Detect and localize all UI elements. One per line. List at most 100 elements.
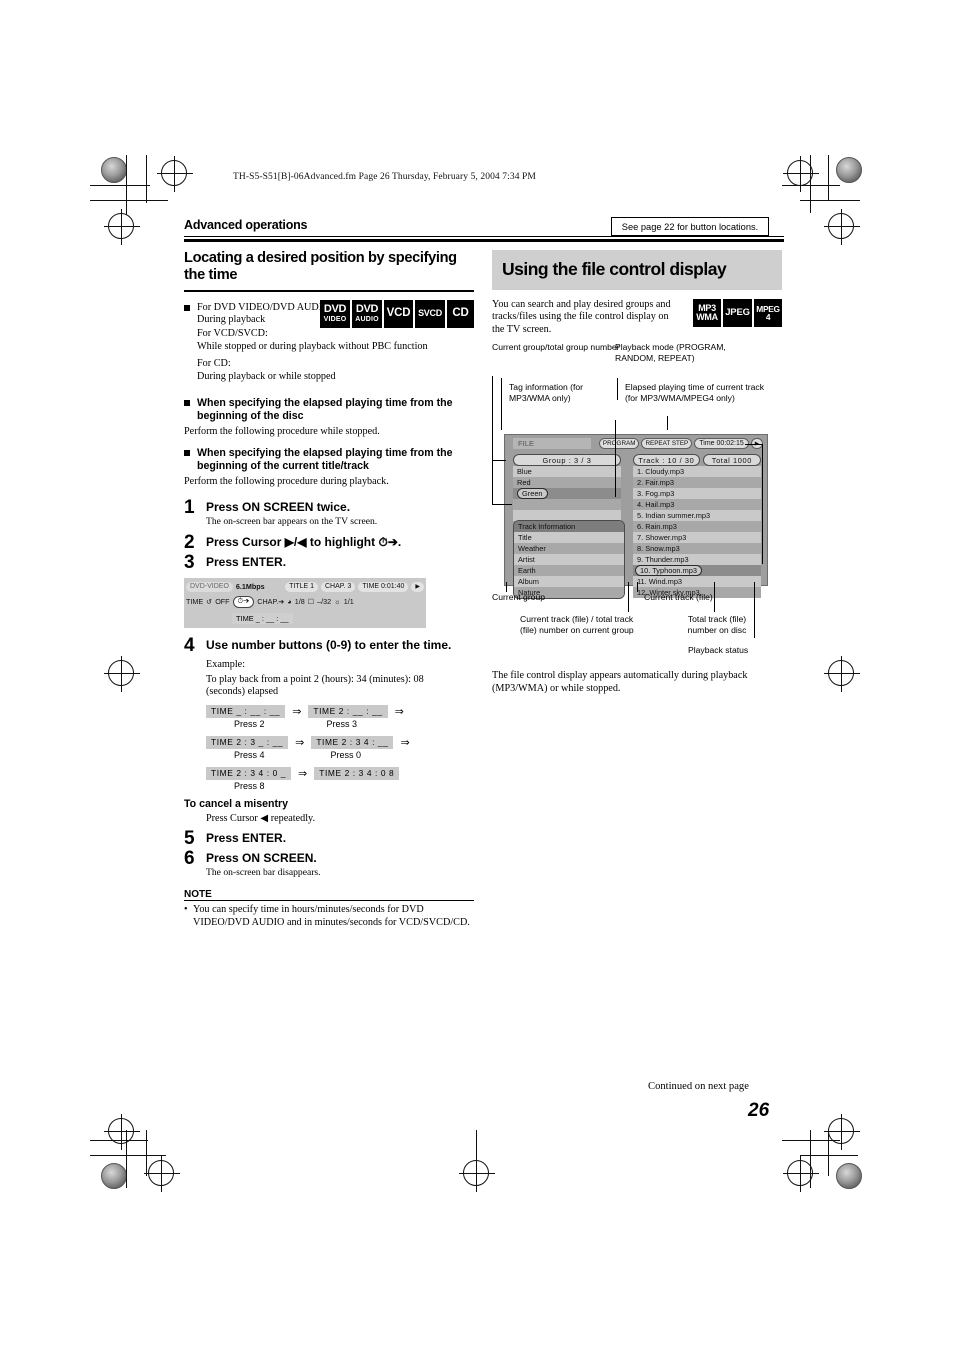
crop-line: [828, 155, 829, 200]
crop-line: [90, 185, 150, 186]
press-label: Press 3: [326, 718, 358, 729]
status-badge-repeat-step: REPEAT STEP: [641, 438, 693, 450]
note-rule: [184, 900, 474, 902]
group-panel: Group : 3 / 3 Blue Red Green: [513, 454, 621, 522]
file-control-display-graphic: FILE PROGRAM REPEAT STEP Time 00:02:15 ▶…: [492, 376, 768, 600]
track-list-item[interactable]: 2. Fair.mp3: [633, 477, 761, 489]
callouts-mid: Tag information (for MP3/WMA only) Elaps…: [492, 378, 782, 431]
leader-line: [762, 444, 763, 565]
arrow-icon: ⇒: [295, 736, 305, 749]
crop-line: [782, 1140, 840, 1141]
bullet-square-icon: [184, 304, 190, 311]
track-list-item[interactable]: 6. Rain.mp3: [633, 521, 761, 533]
cancel-heading: To cancel a misentry: [184, 797, 289, 810]
step-4: 4 Use number buttons (0-9) to enter the …: [184, 635, 474, 656]
crop-line: [800, 200, 860, 201]
badge-line2: AUDIO: [355, 316, 379, 324]
step-number: 2: [184, 532, 195, 554]
track-list-item-selected[interactable]: 10. Typhoon.mp3: [633, 565, 761, 577]
crop-line: [146, 155, 147, 203]
bullet-title-track-time: When specifying the elapsed playing time…: [184, 447, 474, 473]
track-information-header: Track Information: [514, 521, 624, 533]
outro-text: The file control display appears automat…: [492, 670, 748, 694]
note-heading: NOTE: [184, 889, 212, 901]
intro-block: MP3 WMA JPEG MPEG 4 You can search and p…: [492, 299, 782, 336]
group-list-item[interactable]: [513, 499, 621, 511]
osb-time: TIME 0:01:40: [358, 581, 409, 592]
osb-time-search-highlight: ⏱➔: [232, 595, 255, 608]
group-list-item-selected[interactable]: Green: [513, 488, 621, 500]
cancel-text: Press Cursor ◀ repeatedly.: [206, 812, 316, 824]
step-sub: The on-screen bar disappears.: [206, 866, 321, 878]
applicability-line: During playback or while stopped: [197, 370, 336, 382]
format-badge-row-right: MP3 WMA JPEG MPEG 4: [693, 299, 782, 327]
leader-line: [637, 582, 638, 593]
leader-line: [492, 376, 493, 461]
continued-note: Continued on next page: [648, 1081, 749, 1092]
right-column: Using the file control display MP3 WMA J…: [492, 250, 782, 695]
leader-line: [506, 582, 507, 593]
step-3: 3 Press ENTER.: [184, 552, 474, 573]
time-box-after: TIME 2 : 3 4 : 0 8: [314, 766, 400, 780]
page-title: Locating a desired position by specifyin…: [184, 250, 457, 283]
page-number: 26: [748, 1100, 770, 1121]
track-list-item[interactable]: 4. Hail.mp3: [633, 499, 761, 511]
track-panel-headers: Track : 10 / 30 Total 1000: [633, 454, 761, 467]
step-5: 5 Press ENTER.: [184, 828, 474, 849]
format-badge-svcd: SVCD: [415, 299, 445, 328]
intro-text: You can search and play desired groups a…: [492, 299, 671, 335]
osb-chapter: CHAP. 3: [321, 581, 356, 592]
status-chip-row: PROGRAM REPEAT STEP Time 00:02:15 ▶: [598, 438, 763, 450]
crop-line: [90, 200, 168, 201]
left-column: Locating a desired position by specifyin…: [184, 250, 474, 929]
time-box-before: TIME _ : __ : __: [206, 704, 286, 718]
track-list-item[interactable]: 9. Thunder.mp3: [633, 554, 761, 566]
track-list-item[interactable]: 3. Fog.mp3: [633, 488, 761, 500]
step-label: Press ENTER.: [206, 555, 287, 570]
badge-line1: CD: [452, 306, 469, 319]
bullet-square-icon: [184, 400, 190, 407]
track-list-item[interactable]: 1. Cloudy.mp3: [633, 466, 761, 478]
leader-line: [492, 460, 493, 505]
rule: [184, 236, 784, 237]
group-selected-label: Green: [517, 488, 548, 500]
crop-line: [126, 1130, 127, 1188]
badge-line1: JPEG: [725, 307, 750, 319]
track-panel: Track : 10 / 30 Total 1000 1. Cloudy.mp3…: [633, 454, 761, 599]
track-list-item[interactable]: 5. Indian summer.mp3: [633, 510, 761, 522]
track-info-key: Title: [514, 532, 624, 544]
group-list-item[interactable]: Red: [513, 477, 621, 489]
leader-line: [615, 420, 616, 498]
tv-screen: FILE PROGRAM REPEAT STEP Time 00:02:15 ▶…: [504, 434, 768, 600]
track-list-item[interactable]: 8. Snow.mp3: [633, 543, 761, 555]
applicability-line: While stopped or during playback without…: [197, 340, 428, 352]
format-badge-dvd-audio: DVD AUDIO: [352, 299, 382, 328]
step-label: Use number buttons (0-9) to enter the ti…: [206, 638, 452, 653]
bullet-heading: When specifying the elapsed playing time…: [197, 447, 453, 473]
note-block: NOTE • You can specify time in hours/min…: [184, 889, 474, 929]
group-list-item[interactable]: Blue: [513, 466, 621, 478]
registration-mark-right-middle: [824, 656, 860, 692]
display-status-bar: FILE PROGRAM REPEAT STEP Time 00:02:15 ▶: [505, 435, 767, 452]
step-number: 4: [184, 635, 195, 657]
callout-current-total-track: Current track (file) / total track (file…: [520, 614, 634, 635]
track-list-item[interactable]: 11. Wind.mp3: [633, 576, 761, 588]
status-badge-time: Time 00:02:15: [694, 438, 749, 450]
step-label: Press ENTER.: [206, 830, 287, 845]
step-1: 1 Press ON SCREEN twice. The on-screen b…: [184, 497, 474, 528]
callout-current-group-total: Current group/total group number: [492, 342, 620, 353]
callout-playback-status: Playback status: [688, 645, 749, 656]
example-press-labels: Press 2 Press 3: [234, 719, 474, 729]
on-screen-bar-graphic: DVD-VIDEO 6.1Mbps TITLE 1 CHAP. 3 TIME 0…: [184, 578, 426, 629]
badge-line1: DVD: [323, 303, 347, 316]
applicability-block: DVD VIDEO DVD AUDIO VCD SVCD CD For DVD …: [184, 299, 474, 383]
track-list-item[interactable]: 7. Shower.mp3: [633, 532, 761, 544]
leader-line: [501, 378, 502, 431]
format-badge-jpeg: JPEG: [723, 299, 752, 327]
callout-elapsed-time: Elapsed playing time of current track (f…: [625, 382, 764, 403]
leader-line: [617, 378, 618, 401]
registration-mark-top-right: [783, 156, 819, 192]
callout-current-track: Current track (file): [644, 592, 713, 603]
step-number: 5: [184, 827, 195, 849]
crop-line: [90, 1155, 166, 1156]
